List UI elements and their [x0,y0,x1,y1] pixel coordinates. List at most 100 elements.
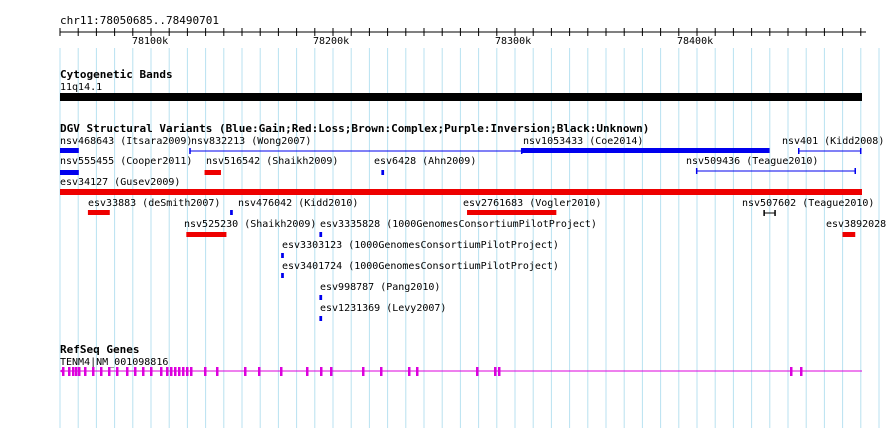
ruler-tick-label: 78400k [677,36,713,47]
gene-exon [78,367,81,376]
dgv-feature-label[interactable]: nsv509436 (Teague2010) [686,156,818,167]
gene-exon [182,367,185,376]
gene-exon [84,367,87,376]
dgv-feature[interactable]: nsv507602 (Teague2010) [742,198,874,216]
dgv-feature[interactable]: nsv832213 (Wong2007) [189,136,523,154]
dgv-feature[interactable]: esv3892028 [826,219,886,237]
gene-exon [330,367,333,376]
dgv-feature[interactable]: esv1231369 (Levy2007) [319,303,446,321]
ruler-tick-label: 78300k [495,36,531,47]
cytoband-bar[interactable] [60,93,862,101]
dgv-feature-bar[interactable] [60,189,862,195]
dgv-feature-bar[interactable] [87,210,110,215]
dgv-feature[interactable]: esv34127 (Gusev2009) [60,177,862,195]
dgv-feature-bar[interactable] [204,170,221,175]
dgv-feature-label[interactable]: esv6428 (Ahn2009) [374,156,476,167]
ruler: chr11:78050685..78490701 78100k 78200k 7… [59,14,866,47]
dgv-feature-label[interactable]: nsv507602 (Teague2010) [742,198,874,209]
gene-exon [408,367,411,376]
dgv-feature-label[interactable]: esv33883 (deSmith2007) [88,198,220,209]
gene-exon [790,367,793,376]
dgv-feature-label[interactable]: esv2761683 (Vogler2010) [463,198,601,209]
dgv-feature-bar[interactable] [281,253,284,258]
gene-model-tenm4[interactable] [60,367,862,376]
dgv-feature-bar[interactable] [467,210,557,215]
gene-exon [75,367,78,376]
dgv-feature[interactable]: nsv555455 (Cooper2011) [60,156,192,175]
gene-exon [160,367,163,376]
dgv-feature-bar[interactable] [521,148,770,153]
gene-exon [320,367,323,376]
gene-exon [178,367,181,376]
dgv-feature[interactable]: esv3401724 (1000GenomesConsortiumPilotPr… [281,261,559,278]
dgv-feature[interactable]: nsv1053433 (Coe2014) [521,136,770,153]
dgv-feature-label[interactable]: esv34127 (Gusev2009) [60,177,180,188]
gene-exon [244,367,247,376]
dgv-feature[interactable]: nsv509436 (Teague2010) [686,156,857,174]
dgv-feature-label[interactable]: nsv832213 (Wong2007) [191,136,311,147]
dgv-feature-bar[interactable] [60,148,79,153]
gene-exon [142,367,145,376]
gene-exon [476,367,479,376]
dgv-feature[interactable]: esv3335828 (1000GenomesConsortiumPilotPr… [319,219,597,237]
genome-browser-view: chr11:78050685..78490701 78100k 78200k 7… [0,0,890,428]
dgv-feature-bar[interactable] [842,232,856,237]
dgv-feature-label[interactable]: esv998787 (Pang2010) [320,282,440,293]
gene-exon [306,367,309,376]
gene-exon [150,367,153,376]
band-label: 11q14.1 [60,82,102,93]
dgv-feature[interactable]: esv2761683 (Vogler2010) [463,198,601,215]
dgv-feature[interactable]: esv6428 (Ahn2009) [374,156,476,175]
dgv-feature-label[interactable]: nsv476042 (Kidd2010) [238,198,358,209]
gene-exon [190,367,193,376]
gene-exon [134,367,137,376]
gene-exon [108,367,111,376]
gene-exon [170,367,173,376]
dgv-feature-label[interactable]: nsv525230 (Shaikh2009) [184,219,316,230]
gene-exon [380,367,383,376]
track-title: DGV Structural Variants (Blue:Gain;Red:L… [60,122,649,135]
gene-exon [174,367,177,376]
gene-exon [166,367,169,376]
dgv-feature-bar[interactable] [319,316,323,321]
dgv-feature-bar[interactable] [60,170,79,175]
gene-exon [494,367,497,376]
dgv-feature-label[interactable]: nsv468643 (Itsara2009) [60,136,192,147]
dgv-feature-bar[interactable] [281,273,284,278]
dgv-feature-label[interactable]: esv1231369 (Levy2007) [320,303,446,314]
dgv-feature-bar[interactable] [319,295,323,300]
dgv-feature-bar[interactable] [186,232,227,237]
dgv-feature[interactable]: nsv476042 (Kidd2010) [230,198,358,215]
track-canvas: chr11:78050685..78490701 78100k 78200k 7… [59,14,886,428]
dgv-feature-label[interactable]: nsv1053433 (Coe2014) [523,136,643,147]
dgv-feature[interactable]: esv998787 (Pang2010) [319,282,440,300]
dgv-feature[interactable]: nsv401 (Kidd2008) [782,136,884,154]
gene-exon [416,367,419,376]
gene-exon [116,367,119,376]
dgv-feature-label[interactable]: esv3401724 (1000GenomesConsortiumPilotPr… [282,261,559,272]
dgv-feature[interactable]: nsv468643 (Itsara2009) [60,136,192,153]
dgv-feature-bar[interactable] [230,210,233,215]
dgv-feature[interactable]: nsv516542 (Shaikh2009) [204,156,339,175]
dgv-feature-label[interactable]: esv3892028 [826,219,886,230]
dgv-feature-label[interactable]: nsv401 (Kidd2008) [782,136,884,147]
dgv-feature-label[interactable]: esv3335828 (1000GenomesConsortiumPilotPr… [320,219,597,230]
gene-label[interactable]: TENM4|NM_001098816 [60,357,168,368]
gene-exon [800,367,803,376]
dgv-feature-label[interactable]: nsv516542 (Shaikh2009) [206,156,338,167]
dgv-feature[interactable]: esv3303123 (1000GenomesConsortiumPilotPr… [281,240,559,258]
gene-exon [280,367,283,376]
cytoband-track[interactable]: Cytogenetic Bands 11q14.1 [60,68,862,101]
track-title: Cytogenetic Bands [60,68,173,81]
dgv-feature-bar[interactable] [319,232,323,237]
gene-exon [186,367,189,376]
gene-exon [126,367,129,376]
gene-exon [68,367,71,376]
dgv-feature[interactable]: esv33883 (deSmith2007) [87,198,221,215]
gene-exon [100,367,103,376]
dgv-feature-label[interactable]: esv3303123 (1000GenomesConsortiumPilotPr… [282,240,559,251]
ruler-tick-label: 78200k [313,36,349,47]
dgv-feature-label[interactable]: nsv555455 (Cooper2011) [60,156,192,167]
dgv-feature-bar[interactable] [381,170,385,175]
gene-exon [362,367,365,376]
